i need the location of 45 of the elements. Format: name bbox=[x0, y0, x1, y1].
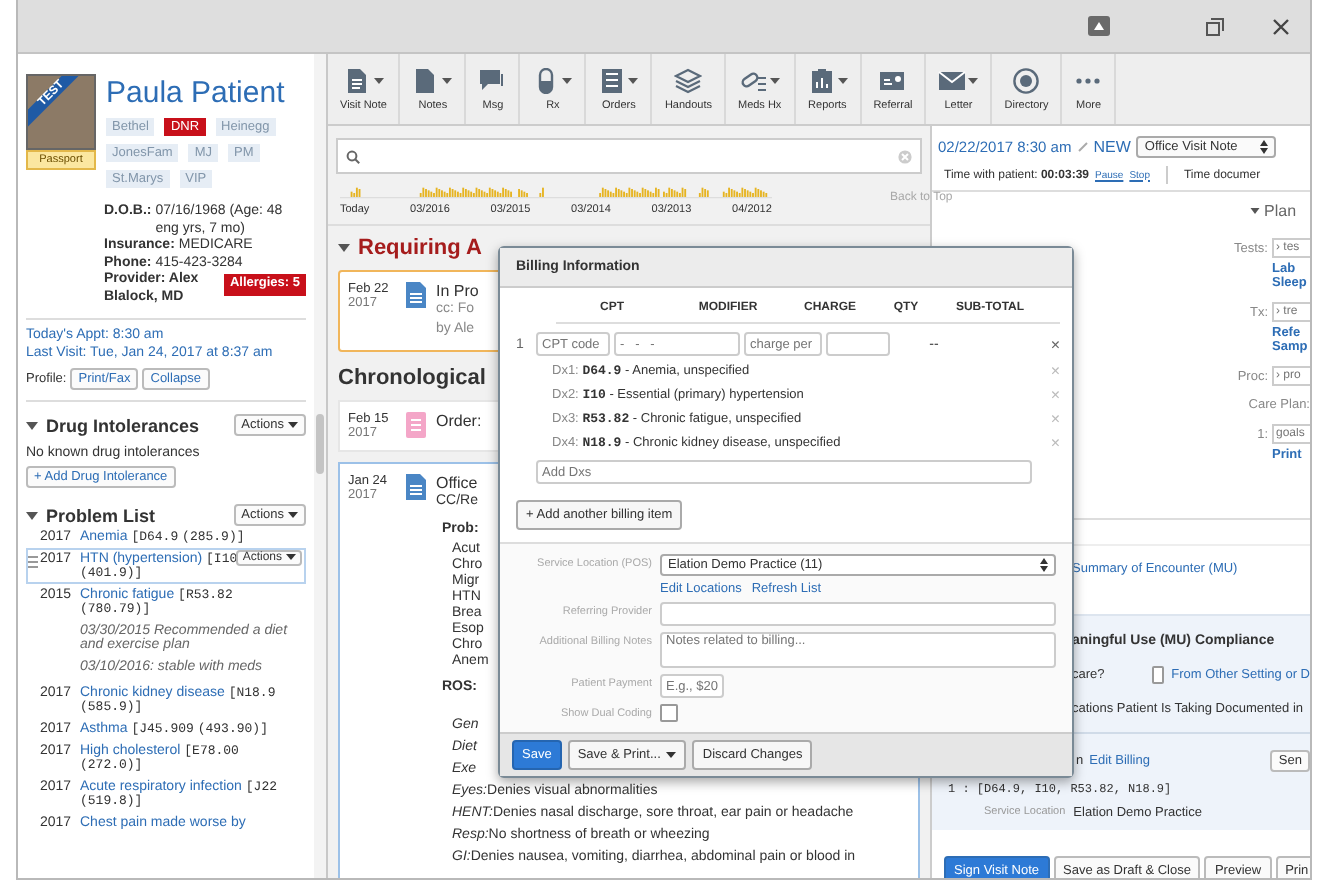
drag-handle-icon[interactable] bbox=[28, 556, 38, 568]
document-icon bbox=[343, 67, 372, 93]
section-title: Drug Intolerances bbox=[46, 415, 202, 435]
patient-name: Paula Patient bbox=[106, 74, 287, 112]
document-icon bbox=[406, 282, 426, 308]
restore-icon[interactable] bbox=[1206, 17, 1224, 35]
timeline-drawing[interactable] bbox=[340, 182, 772, 200]
clear-icon[interactable] bbox=[898, 149, 912, 163]
checkbox[interactable] bbox=[660, 704, 678, 723]
card-title[interactable]: In Pro bbox=[436, 282, 479, 300]
caret-icon bbox=[288, 421, 298, 428]
scrollbar-thumb[interactable] bbox=[316, 414, 324, 474]
qty-field[interactable] bbox=[826, 332, 890, 357]
envelope-icon bbox=[938, 67, 967, 93]
caret-icon[interactable] bbox=[26, 511, 38, 519]
plan-title: Plan bbox=[1264, 202, 1297, 220]
clipboard-icon bbox=[807, 67, 836, 93]
section-title: Requiring A bbox=[358, 236, 482, 260]
stepper-icon bbox=[1040, 558, 1048, 573]
visit-status: NEW bbox=[1093, 137, 1131, 155]
caret-icon[interactable] bbox=[338, 244, 350, 252]
checkbox[interactable] bbox=[1152, 666, 1164, 684]
pills-icon bbox=[739, 67, 768, 93]
chat-icon bbox=[478, 67, 507, 93]
stepper-icon bbox=[1260, 139, 1269, 153]
caret-icon[interactable] bbox=[26, 421, 38, 429]
close-icon[interactable] bbox=[1272, 17, 1290, 35]
section-title: Chronological bbox=[338, 366, 486, 390]
id-card-icon bbox=[878, 67, 907, 93]
section-title: Problem List bbox=[46, 505, 158, 525]
document-icon bbox=[406, 474, 426, 500]
caret-icon bbox=[286, 553, 296, 560]
caret-icon bbox=[288, 511, 298, 518]
remove-button[interactable]: × bbox=[1050, 335, 1060, 354]
stack-icon bbox=[674, 67, 703, 93]
caret-icon[interactable] bbox=[1250, 208, 1260, 214]
caret-icon bbox=[666, 752, 677, 759]
referring-field[interactable] bbox=[660, 602, 1056, 627]
pencil-icon[interactable] bbox=[1077, 141, 1088, 151]
card-title[interactable]: Order: bbox=[436, 412, 482, 430]
circle-icon bbox=[1012, 67, 1041, 93]
list-icon bbox=[406, 412, 426, 438]
search-field[interactable] bbox=[336, 138, 922, 174]
list-icon bbox=[598, 67, 627, 93]
search-icon bbox=[346, 149, 360, 163]
